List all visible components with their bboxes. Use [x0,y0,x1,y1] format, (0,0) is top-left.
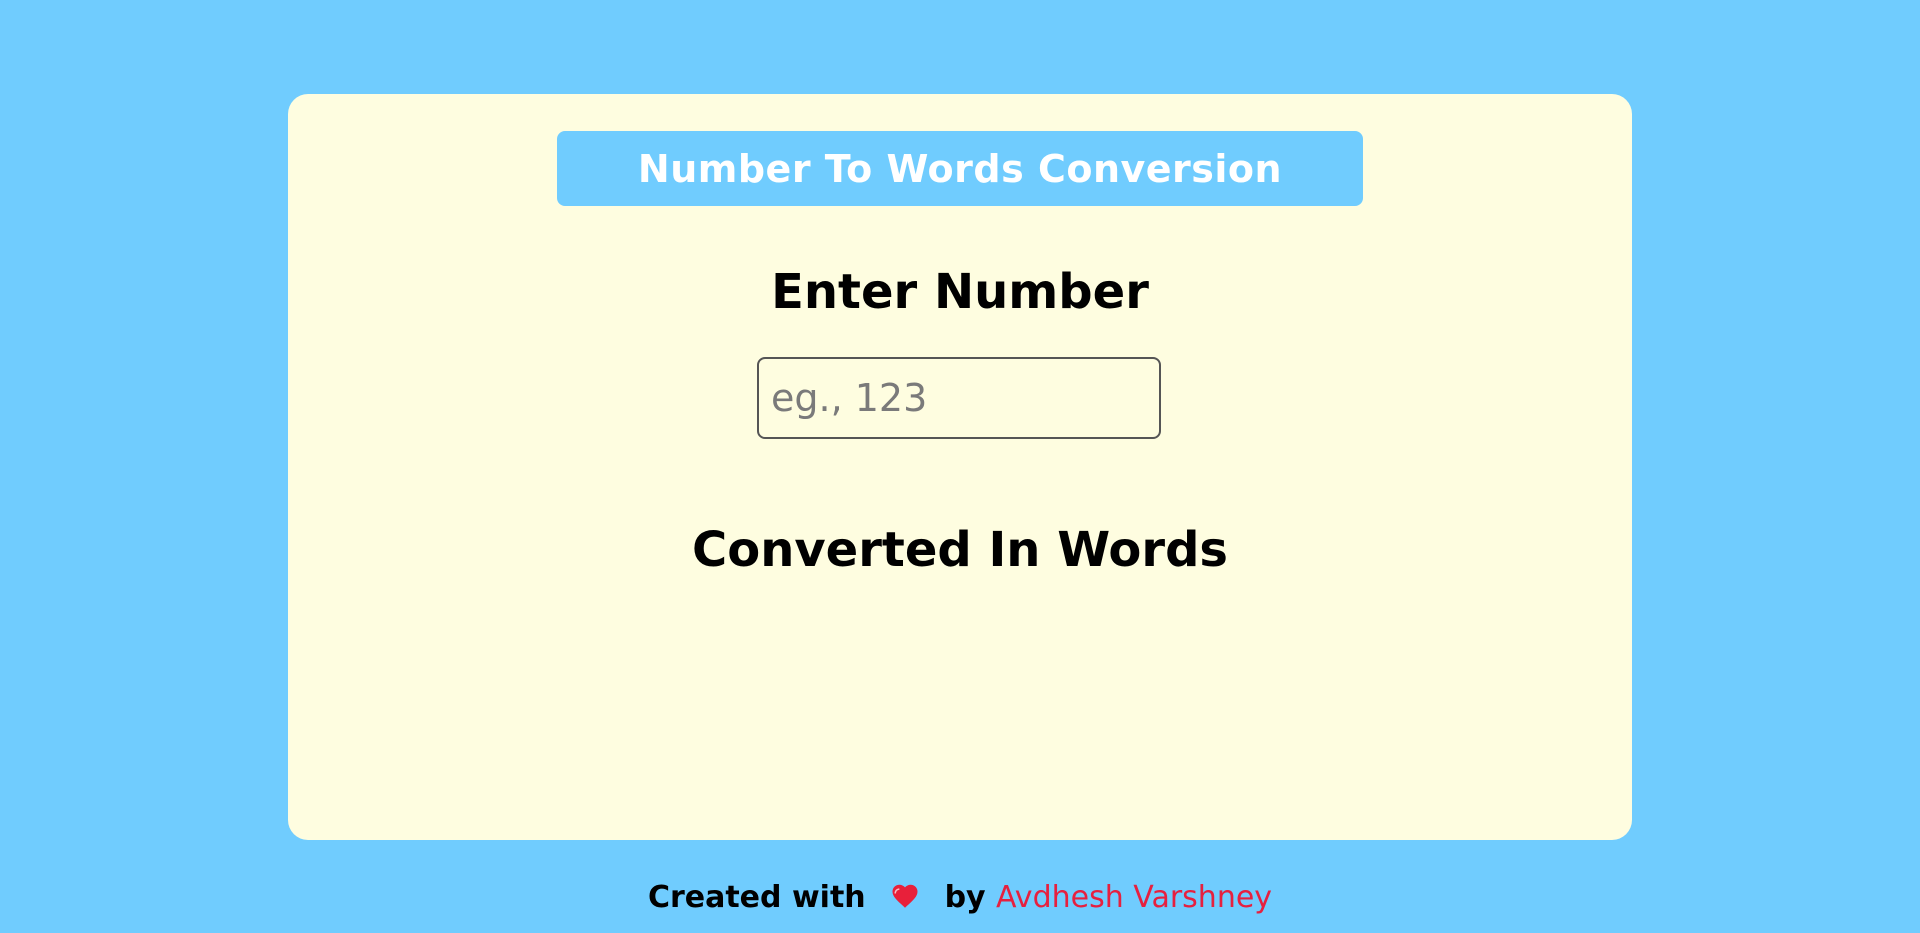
enter-number-label: Enter Number [771,264,1149,320]
heart-icon [890,881,920,911]
footer-by: by [944,880,986,915]
converted-in-words-label: Converted In Words [691,522,1228,578]
author-link[interactable]: Avdhesh Varshney [996,880,1272,915]
number-input[interactable] [757,357,1161,439]
footer-created-with: Created with [647,880,866,915]
page-title: Number To Words Conversion [557,131,1363,206]
footer: Created with by Avdhesh Varshney [0,880,1920,915]
converter-card: Number To Words Conversion Enter Number … [288,94,1632,840]
